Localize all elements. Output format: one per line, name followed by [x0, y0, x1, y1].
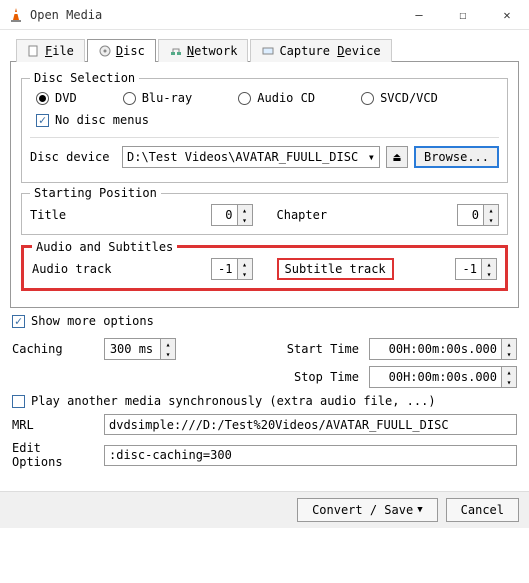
spin-up-icon[interactable]: ▴: [482, 259, 496, 269]
check-play-sync[interactable]: Play another media synchronously (extra …: [12, 394, 517, 408]
radio-dot-icon: [361, 92, 374, 105]
group-title-audio-subtitles: Audio and Subtitles: [32, 240, 177, 254]
disc-panel: Disc Selection DVD Blu-ray Audio CD SVCD…: [10, 62, 519, 308]
chapter-label: Chapter: [277, 208, 357, 222]
group-audio-subtitles: Audio and Subtitles Audio track ▴▾ Subti…: [21, 245, 508, 291]
caching-input[interactable]: [104, 338, 160, 360]
audio-track-input[interactable]: [211, 258, 237, 280]
subtitle-track-input[interactable]: [455, 258, 481, 280]
group-title-starting-position: Starting Position: [30, 186, 161, 200]
tab-disc[interactable]: Disc: [87, 39, 156, 62]
radio-audiocd[interactable]: Audio CD: [238, 91, 315, 105]
stop-time-spin[interactable]: ▴▾: [369, 366, 517, 388]
radio-svcd[interactable]: SVCD/VCD: [361, 91, 438, 105]
spin-up-icon[interactable]: ▴: [161, 339, 175, 349]
title-label: Title: [30, 208, 110, 222]
disc-icon: [98, 44, 112, 58]
subtitle-track-label: Subtitle track: [277, 258, 394, 280]
edit-options-label: Edit Options: [12, 441, 98, 469]
chapter-input[interactable]: [457, 204, 483, 226]
cancel-button[interactable]: Cancel: [446, 498, 519, 522]
dialog-buttons: Convert / Save ▼ Cancel: [0, 491, 529, 528]
stop-time-input[interactable]: [369, 366, 501, 388]
check-no-disc-menus[interactable]: ✓ No disc menus: [30, 113, 499, 127]
spin-down-icon[interactable]: ▾: [482, 269, 496, 279]
close-button[interactable]: ✕: [485, 0, 529, 30]
browse-button[interactable]: Browse...: [414, 146, 499, 168]
radio-dot-icon: [123, 92, 136, 105]
spin-down-icon[interactable]: ▾: [502, 349, 516, 359]
convert-save-button[interactable]: Convert / Save ▼: [297, 498, 438, 522]
start-time-input[interactable]: [369, 338, 501, 360]
radio-dot-icon: [36, 92, 49, 105]
chapter-spin[interactable]: ▴▾: [457, 204, 499, 226]
disc-device-label: Disc device: [30, 150, 116, 164]
mrl-input[interactable]: dvdsimple:///D:/Test%20Videos/AVATAR_FUU…: [104, 414, 517, 435]
window-title: Open Media: [30, 8, 397, 22]
start-time-label: Start Time: [287, 342, 359, 356]
maximize-button[interactable]: ☐: [441, 0, 485, 30]
spin-down-icon[interactable]: ▾: [484, 215, 498, 225]
spin-up-icon[interactable]: ▴: [238, 259, 252, 269]
tab-network[interactable]: Network: [158, 39, 249, 62]
tab-bar: File Disc Network Capture Device: [10, 38, 519, 62]
radio-dot-icon: [238, 92, 251, 105]
subtitle-track-spin[interactable]: ▴▾: [455, 258, 497, 280]
options-area: ✓ Show more options Caching ▴▾ Start Tim…: [10, 308, 519, 481]
spin-down-icon[interactable]: ▾: [238, 269, 252, 279]
eject-icon: ⏏: [393, 150, 400, 164]
radio-bluray[interactable]: Blu-ray: [123, 91, 193, 105]
capture-icon: [261, 44, 275, 58]
spin-down-icon[interactable]: ▾: [161, 349, 175, 359]
checkbox-icon: ✓: [12, 315, 25, 328]
vlc-icon: [8, 7, 24, 23]
spin-up-icon[interactable]: ▴: [484, 205, 498, 215]
title-spin[interactable]: ▴▾: [211, 204, 253, 226]
radio-dvd[interactable]: DVD: [36, 91, 77, 105]
group-disc-selection: Disc Selection DVD Blu-ray Audio CD SVCD…: [21, 78, 508, 183]
content-area: File Disc Network Capture Device Disc Se…: [0, 30, 529, 491]
file-icon: [27, 44, 41, 58]
minimize-button[interactable]: —: [397, 0, 441, 30]
group-title-disc-selection: Disc Selection: [30, 71, 139, 85]
spin-up-icon[interactable]: ▴: [502, 367, 516, 377]
spin-down-icon[interactable]: ▾: [238, 215, 252, 225]
stop-time-label: Stop Time: [294, 370, 359, 384]
group-starting-position: Starting Position Title ▴▾ Chapter: [21, 193, 508, 235]
chevron-down-icon: ▾: [368, 150, 375, 164]
caching-label: Caching: [12, 342, 98, 356]
tab-file[interactable]: File: [16, 39, 85, 62]
network-icon: [169, 44, 183, 58]
spin-down-icon[interactable]: ▾: [502, 377, 516, 387]
spin-up-icon[interactable]: ▴: [238, 205, 252, 215]
spin-up-icon[interactable]: ▴: [502, 339, 516, 349]
checkbox-icon: [12, 395, 25, 408]
audio-track-spin[interactable]: ▴▾: [211, 258, 253, 280]
caching-spin[interactable]: ▴▾: [104, 338, 176, 360]
title-input[interactable]: [211, 204, 237, 226]
titlebar: Open Media — ☐ ✕: [0, 0, 529, 30]
tab-capture[interactable]: Capture Device: [250, 39, 391, 62]
checkbox-icon: ✓: [36, 114, 49, 127]
eject-button[interactable]: ⏏: [386, 146, 408, 168]
edit-options-input[interactable]: :disc-caching=300: [104, 445, 517, 466]
audio-track-label: Audio track: [32, 262, 112, 276]
disc-device-value: D:\Test Videos\AVATAR_FUULL_DISC: [127, 150, 358, 164]
start-time-spin[interactable]: ▴▾: [369, 338, 517, 360]
mrl-label: MRL: [12, 418, 98, 432]
check-show-more-options[interactable]: ✓ Show more options: [12, 314, 517, 328]
dropdown-icon: ▼: [417, 505, 422, 515]
disc-device-combo[interactable]: D:\Test Videos\AVATAR_FUULL_DISC ▾: [122, 146, 380, 168]
